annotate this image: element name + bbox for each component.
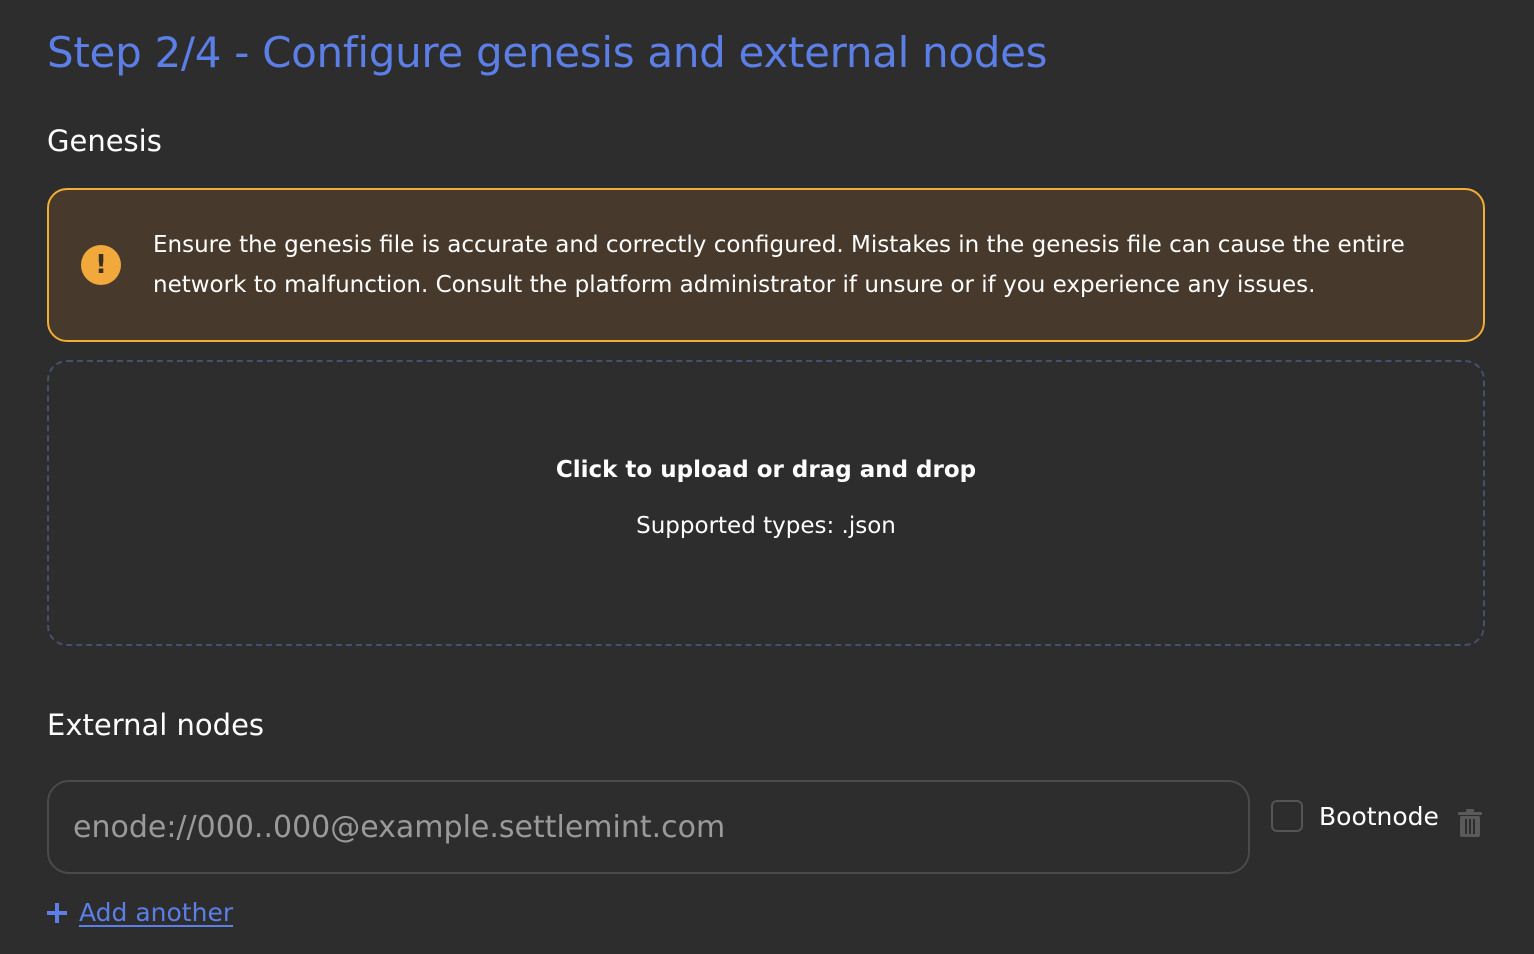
page-title: Step 2/4 - Configure genesis and externa… (47, 28, 1048, 77)
dropzone-title: Click to upload or drag and drop (555, 457, 977, 483)
bootnode-toggle[interactable]: Bootnode (1271, 800, 1439, 832)
genesis-heading: Genesis (47, 124, 162, 158)
add-another-button[interactable]: Add another (47, 898, 233, 927)
page: Step 2/4 - Configure genesis and externa… (0, 0, 1534, 954)
genesis-upload-dropzone[interactable]: Click to upload or drag and drop Support… (47, 360, 1485, 646)
bootnode-checkbox[interactable] (1271, 800, 1303, 832)
exclamation-icon: ! (81, 245, 121, 285)
dropzone-supported-types: Supported types: .json (636, 513, 896, 539)
enode-input[interactable] (47, 780, 1250, 874)
add-another-link[interactable]: Add another (79, 898, 233, 927)
plus-icon (47, 902, 67, 923)
warning-text: Ensure the genesis file is accurate and … (153, 232, 1405, 298)
bootnode-label: Bootnode (1319, 801, 1439, 831)
trash-icon[interactable] (1457, 808, 1483, 838)
external-nodes-heading: External nodes (47, 708, 265, 742)
genesis-warning-alert: ! Ensure the genesis file is accurate an… (47, 188, 1485, 342)
